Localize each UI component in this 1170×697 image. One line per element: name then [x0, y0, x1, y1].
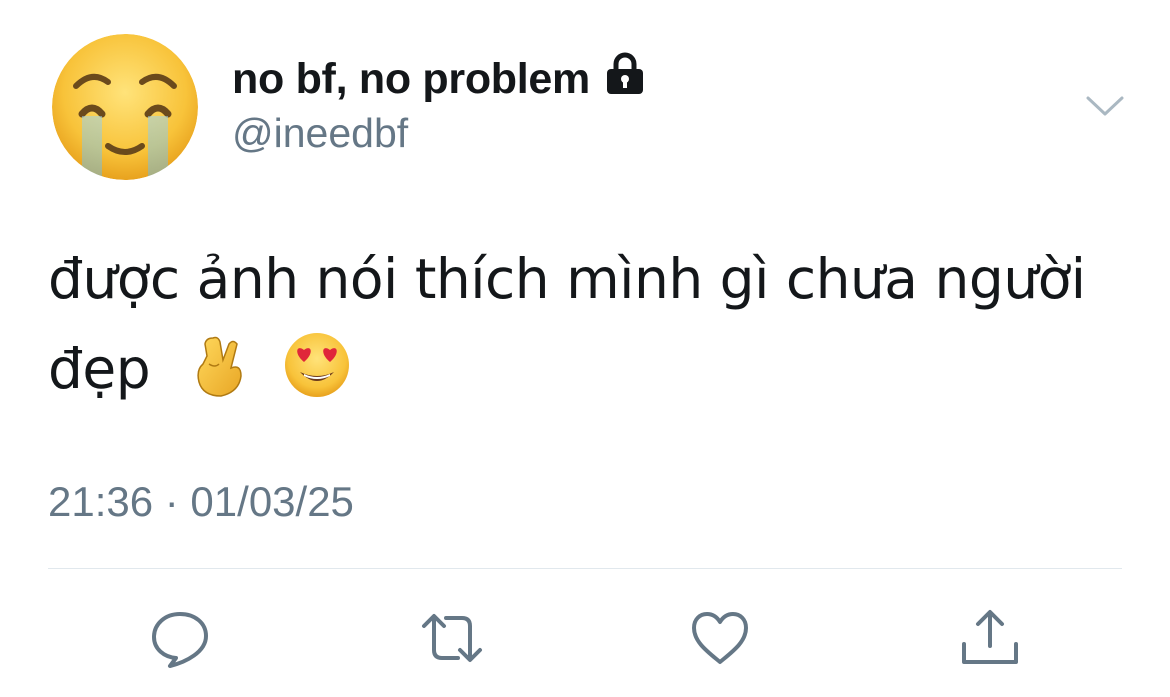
tweet-card: no bf, no problem @ineedbf được ảnh nói …: [0, 0, 1170, 697]
display-name-text: no bf, no problem: [232, 55, 590, 103]
chevron-down-icon[interactable]: [1084, 92, 1126, 120]
lock-icon: [606, 52, 643, 94]
tweet-timestamp[interactable]: 21:36 · 01/03/25: [48, 478, 354, 526]
share-button[interactable]: [958, 606, 1022, 670]
tweet-text-line-2: đẹp: [48, 324, 1138, 414]
display-name[interactable]: no bf, no problem: [232, 52, 646, 104]
heart-eyes-emoji-icon: [285, 333, 350, 397]
reply-icon: [152, 612, 208, 668]
share-icon: [962, 610, 1018, 664]
tweet-text: được ảnh nói thích mình gì chưa người đẹ…: [48, 234, 1138, 414]
crying-face-icon: [52, 34, 198, 180]
like-icon: [692, 612, 748, 664]
retweet-button[interactable]: [420, 606, 484, 670]
tweet-text-line-2-text: đẹp: [48, 337, 151, 401]
like-button[interactable]: [688, 606, 752, 670]
user-handle[interactable]: @ineedbf: [232, 110, 408, 157]
tweet-text-line-1: được ảnh nói thích mình gì chưa người: [48, 247, 1086, 311]
reply-button[interactable]: [148, 606, 212, 670]
avatar[interactable]: [52, 34, 198, 180]
divider: [48, 568, 1122, 569]
crossed-fingers-emoji-icon: [197, 336, 242, 397]
retweet-icon: [422, 614, 482, 662]
